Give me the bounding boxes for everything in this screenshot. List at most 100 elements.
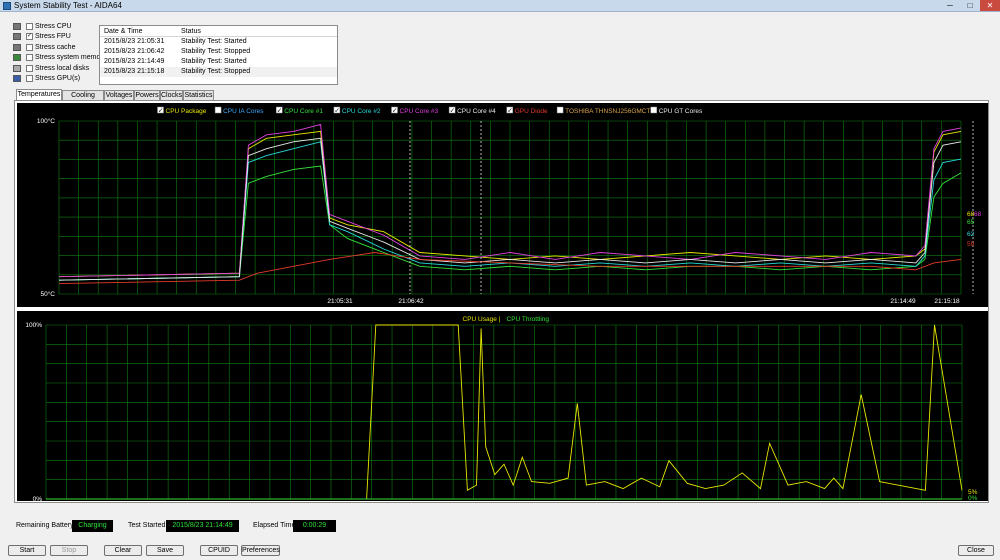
legend-item: CPU Core #4 <box>457 108 496 115</box>
window-title: System Stability Test - AIDA64 <box>14 1 122 10</box>
legend-item: TOSHIBA THNSNJ256GMCT <box>565 108 650 115</box>
stress-fpu-label: Stress FPU <box>35 33 71 41</box>
clear-button[interactable]: Clear <box>104 545 142 556</box>
stress-disks-checkbox[interactable] <box>26 64 33 72</box>
log-row[interactable]: 2015/8/23 21:15:18 Stability Test: Stopp… <box>100 67 337 77</box>
end-value-label: 62 <box>967 231 975 238</box>
log-status: Stability Test: Stopped <box>181 48 251 55</box>
stress-cache-label: Stress cache <box>35 43 76 51</box>
graphs-canvas: 100°C50°C✓ CPU Package CPU IA Cores ✓ CPU Co… <box>17 103 988 503</box>
stress-option-memory[interactable]: Stress system memory <box>13 53 107 63</box>
memory-icon <box>13 54 21 62</box>
stress-cpu-label: Stress CPU <box>35 23 72 30</box>
tab-voltages[interactable]: Voltages <box>104 90 134 100</box>
log-header: Date & Time Status <box>100 26 337 37</box>
legend-check-mark: ✓ <box>392 108 397 115</box>
title-bar: System Stability Test - AIDA64 ─ □ ✕ <box>0 0 1000 12</box>
maximize-button[interactable]: □ <box>960 0 980 11</box>
legend-item: CPU Package <box>166 108 207 115</box>
start-button[interactable]: Start <box>8 545 46 556</box>
cpu-icon <box>13 23 21 30</box>
legend-item: CPU Throttling <box>507 316 550 323</box>
chart-background <box>17 311 988 501</box>
aida64-app-icon <box>3 2 11 10</box>
log-date: 2015/8/23 21:14:49 <box>104 58 165 65</box>
test-started-value: 2015/8/23 21:14:49 <box>166 520 239 532</box>
legend-item: CPU Core #1 <box>284 108 323 115</box>
close-button[interactable]: Close <box>958 545 994 556</box>
legend-checkbox <box>556 106 564 114</box>
save-button[interactable]: Save <box>146 545 184 556</box>
log-row[interactable]: 2015/8/23 21:06:42 Stability Test: Stopp… <box>100 47 337 57</box>
x-tick-label: 21:06:42 <box>398 298 424 305</box>
test-started-label: Test Started: <box>128 522 168 529</box>
cache-icon <box>13 43 21 51</box>
tab-cooling-fans[interactable]: Cooling Fans <box>62 90 104 108</box>
elapsed-time-value: 0:00:29 <box>293 520 336 532</box>
legend-item: CPU IA Cores <box>223 108 264 115</box>
end-value-label: 68 <box>974 211 982 218</box>
stress-option-fpu[interactable]: ✓ Stress FPU <box>13 32 103 42</box>
tab-statistics[interactable]: Statistics <box>183 90 214 100</box>
cpu-usage-chart <box>17 311 988 501</box>
stress-cpu-checkbox[interactable] <box>26 23 33 30</box>
window-close-button[interactable]: ✕ <box>980 0 1000 11</box>
stop-button[interactable]: Stop <box>50 545 88 556</box>
end-value-label: 0% <box>968 495 978 502</box>
stress-memory-label: Stress system memory <box>35 54 107 62</box>
stress-gpu-checkbox[interactable] <box>26 74 33 82</box>
legend-item: CPU Usage <box>463 316 498 323</box>
stress-option-cache[interactable]: Stress cache <box>13 43 103 53</box>
y-axis-max-label: 100°C <box>37 117 55 125</box>
legend-item: GPU Diode <box>515 108 548 115</box>
log-status: Stability Test: Stopped <box>181 68 251 75</box>
log-header-date[interactable]: Date & Time <box>104 28 143 35</box>
remaining-battery-value: Charging <box>72 520 113 532</box>
legend-check-mark: ✓ <box>507 108 512 115</box>
stress-option-cpu[interactable]: Stress CPU <box>13 22 103 32</box>
fpu-icon <box>13 33 21 41</box>
tab-clocks[interactable]: Clocks <box>160 90 183 100</box>
stress-cache-checkbox[interactable] <box>26 43 33 51</box>
test-log-table[interactable]: Date & Time Status 2015/8/23 21:05:31 St… <box>99 25 338 85</box>
stress-disks-label: Stress local disks <box>35 64 90 72</box>
log-status: Stability Test: Started <box>181 38 247 45</box>
log-date: 2015/8/23 21:15:18 <box>104 68 165 75</box>
stress-options: Stress CPU ✓ Stress FPU Stress cache Str… <box>13 22 107 84</box>
end-value-label: 59 <box>967 241 975 248</box>
minimize-button[interactable]: ─ <box>940 0 960 11</box>
chart-background <box>17 103 988 307</box>
y-axis-min-label: 0% <box>33 496 43 503</box>
legend-item: CPU Core #2 <box>342 108 381 115</box>
remaining-battery-label: Remaining Battery: <box>16 522 76 529</box>
legend-check-mark: ✓ <box>334 108 339 115</box>
legend-check-mark: ✓ <box>277 108 282 115</box>
graph-panel: 100°C 50°C ✓ CPU Package CPU IA Cores ✓ CPU Co… <box>14 100 989 503</box>
stress-memory-checkbox[interactable] <box>26 54 33 62</box>
preferences-button[interactable]: Preferences <box>241 545 280 556</box>
stress-gpu-label: Stress GPU(s) <box>35 74 81 82</box>
tab-powers[interactable]: Powers <box>134 90 160 100</box>
end-value-label: 65 <box>967 219 975 226</box>
legend-check-mark: ✓ <box>158 108 163 115</box>
log-header-status[interactable]: Status <box>181 28 201 35</box>
log-date: 2015/8/23 21:06:42 <box>104 48 165 55</box>
log-status: Stability Test: Started <box>181 58 247 65</box>
legend-check-mark: ✓ <box>450 108 455 115</box>
legend-item: | <box>499 316 501 323</box>
temperature-chart <box>17 103 988 307</box>
stress-option-gpu[interactable]: Stress GPU(s) <box>13 74 103 84</box>
log-date: 2015/8/23 21:05:31 <box>104 38 165 45</box>
stress-fpu-checkbox[interactable]: ✓ <box>26 33 33 41</box>
x-tick-label: 21:05:31 <box>327 298 353 305</box>
legend-checkbox <box>214 106 222 114</box>
log-row[interactable]: 2015/8/23 21:05:31 Stability Test: Start… <box>100 37 337 47</box>
tab-temperatures[interactable]: Temperatures <box>16 89 62 100</box>
y-axis-max-label: 100% <box>25 322 42 329</box>
stress-option-disks[interactable]: Stress local disks <box>13 64 103 74</box>
legend-checkbox <box>650 106 657 114</box>
y-axis-min-label: 50°C <box>40 290 55 298</box>
cpuid-button[interactable]: CPUID <box>200 545 238 556</box>
elapsed-time-label: Elapsed Time: <box>253 522 298 529</box>
log-row[interactable]: 2015/8/23 21:14:49 Stability Test: Start… <box>100 57 337 67</box>
